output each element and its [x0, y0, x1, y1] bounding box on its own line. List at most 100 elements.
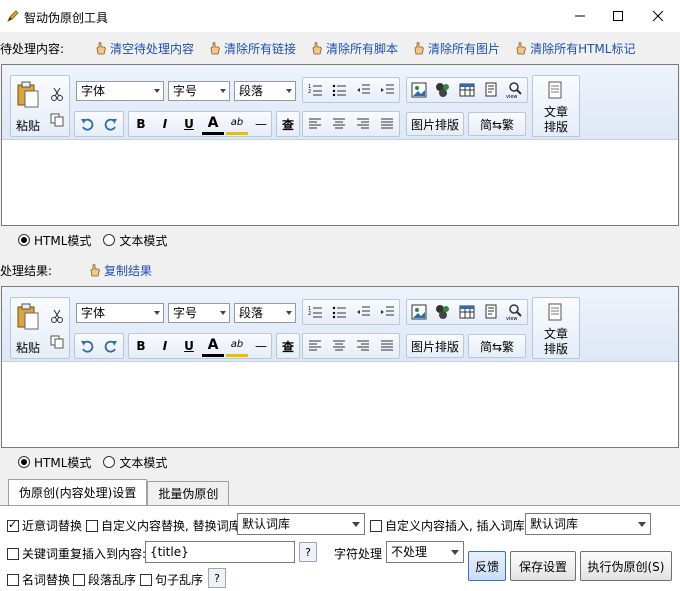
undo-icon[interactable]	[76, 113, 98, 135]
html-mode-radio[interactable]: HTML模式	[18, 232, 91, 249]
clear-scripts-link[interactable]: 清除所有脚本	[310, 40, 398, 57]
paste-label[interactable]: 粘贴	[16, 339, 40, 356]
align-right-icon[interactable]	[352, 113, 374, 135]
save-settings-button[interactable]: 保存设置	[510, 551, 576, 581]
horizontal-rule-button[interactable]: —	[250, 113, 272, 135]
image-layout-button[interactable]: 图片排版	[406, 112, 464, 136]
feedback-button[interactable]: 反馈	[468, 551, 506, 581]
article-layout-label-2[interactable]: 排版	[544, 340, 568, 357]
image-icon[interactable]	[408, 79, 430, 101]
view-source-icon[interactable]: view	[504, 79, 526, 101]
redo-icon[interactable]	[100, 113, 122, 135]
align-right-icon[interactable]	[352, 335, 374, 357]
article-layout-label-2[interactable]: 排版	[544, 118, 568, 135]
font-select[interactable]: 字体	[76, 303, 164, 323]
noun-replace-checkbox[interactable]: 名词替换	[7, 571, 70, 588]
close-button[interactable]	[638, 0, 678, 32]
paste-label[interactable]: 粘贴	[16, 117, 40, 134]
insert-lib-select[interactable]: 默认词库	[525, 513, 651, 535]
outdent-icon[interactable]	[352, 79, 374, 101]
html-mode-radio[interactable]: HTML模式	[18, 454, 91, 471]
copy-icon[interactable]	[46, 109, 68, 131]
tab-batch-rewrite[interactable]: 批量伪原创	[147, 481, 230, 505]
svg-text:2: 2	[308, 311, 311, 317]
copy-result-link[interactable]: 复制结果	[88, 262, 152, 279]
font-color-button[interactable]: A	[202, 335, 224, 357]
clear-images-link[interactable]: 清除所有图片	[412, 40, 500, 57]
input-content-area[interactable]	[2, 140, 678, 225]
bullet-list-icon[interactable]	[328, 79, 350, 101]
output-content-area[interactable]	[2, 362, 678, 447]
bold-button[interactable]: B	[130, 113, 152, 135]
highlight-button[interactable]: ab	[226, 335, 248, 357]
custom-replace-checkbox[interactable]: 自定义内容替换, 替换词库:	[86, 517, 245, 534]
keyword-help-button[interactable]: ?	[299, 542, 317, 562]
media-icon[interactable]	[432, 79, 454, 101]
clear-links-link[interactable]: 清除所有链接	[208, 40, 296, 57]
justify-icon[interactable]	[376, 113, 398, 135]
tab-rewrite-settings[interactable]: 伪原创(内容处理)设置	[8, 479, 148, 505]
outdent-icon[interactable]	[352, 301, 374, 323]
font-size-select[interactable]: 字号	[168, 303, 230, 323]
template-icon[interactable]	[480, 79, 502, 101]
maximize-button[interactable]	[598, 0, 638, 32]
text-mode-radio[interactable]: 文本模式	[103, 454, 167, 471]
window-title: 智动伪原创工具	[24, 11, 109, 25]
align-left-icon[interactable]	[304, 113, 326, 135]
numbered-list-icon[interactable]: 12	[304, 301, 326, 323]
bold-button[interactable]: B	[130, 335, 152, 357]
italic-button[interactable]: I	[154, 335, 176, 357]
cut-icon[interactable]	[46, 83, 68, 105]
italic-button[interactable]: I	[154, 113, 176, 135]
minimize-button[interactable]	[560, 0, 600, 32]
font-size-select[interactable]: 字号	[168, 81, 230, 101]
font-select[interactable]: 字体	[76, 81, 164, 101]
paragraph-select[interactable]: 段落	[234, 303, 296, 323]
table-icon[interactable]	[456, 301, 478, 323]
clear-input-link[interactable]: 清空待处理内容	[94, 40, 194, 57]
view-source-icon[interactable]: view	[504, 301, 526, 323]
keyword-input[interactable]: {title}	[145, 541, 295, 563]
indent-icon[interactable]	[376, 301, 398, 323]
clear-html-link[interactable]: 清除所有HTML标记	[514, 40, 635, 57]
template-icon[interactable]	[480, 301, 502, 323]
paragraph-shuffle-checkbox[interactable]: 段落乱序	[73, 571, 136, 588]
paragraph-select[interactable]: 段落	[234, 81, 296, 101]
horizontal-rule-button[interactable]: —	[250, 335, 272, 357]
text-mode-radio[interactable]: 文本模式	[103, 232, 167, 249]
find-label[interactable]: 查	[277, 335, 299, 357]
convert-chinese-button[interactable]: 简⇆繁	[468, 112, 526, 136]
justify-icon[interactable]	[376, 335, 398, 357]
highlight-button[interactable]: ab	[226, 113, 248, 135]
redo-icon[interactable]	[100, 335, 122, 357]
image-icon[interactable]	[408, 301, 430, 323]
font-color-button[interactable]: A	[202, 113, 224, 135]
pen-icon	[6, 9, 20, 23]
media-icon[interactable]	[432, 301, 454, 323]
align-left-icon[interactable]	[304, 335, 326, 357]
underline-button[interactable]: U	[178, 335, 200, 357]
synonym-checkbox[interactable]: 近意词替换	[7, 517, 82, 534]
align-center-icon[interactable]	[328, 335, 350, 357]
keyword-insert-checkbox[interactable]: 关键词重复插入到内容:	[7, 545, 146, 562]
run-rewrite-button[interactable]: 执行伪原创(S)	[580, 551, 672, 581]
image-layout-button[interactable]: 图片排版	[406, 334, 464, 358]
underline-button[interactable]: U	[178, 113, 200, 135]
paste-icon[interactable]	[14, 79, 42, 111]
copy-icon[interactable]	[46, 331, 68, 353]
convert-chinese-button[interactable]: 简⇆繁	[468, 334, 526, 358]
cut-icon[interactable]	[46, 305, 68, 327]
paste-icon[interactable]	[14, 301, 42, 333]
align-center-icon[interactable]	[328, 113, 350, 135]
sentence-shuffle-checkbox[interactable]: 句子乱序	[140, 571, 203, 588]
numbered-list-icon[interactable]: 12	[304, 79, 326, 101]
char-processing-select[interactable]: 不处理	[386, 541, 464, 563]
shuffle-help-button[interactable]: ?	[208, 568, 226, 588]
replace-lib-select[interactable]: 默认词库	[237, 513, 365, 535]
bullet-list-icon[interactable]	[328, 301, 350, 323]
undo-icon[interactable]	[76, 335, 98, 357]
find-label[interactable]: 查	[277, 113, 299, 135]
table-icon[interactable]	[456, 79, 478, 101]
indent-icon[interactable]	[376, 79, 398, 101]
custom-insert-checkbox[interactable]: 自定义内容插入, 插入词库:	[370, 517, 529, 534]
